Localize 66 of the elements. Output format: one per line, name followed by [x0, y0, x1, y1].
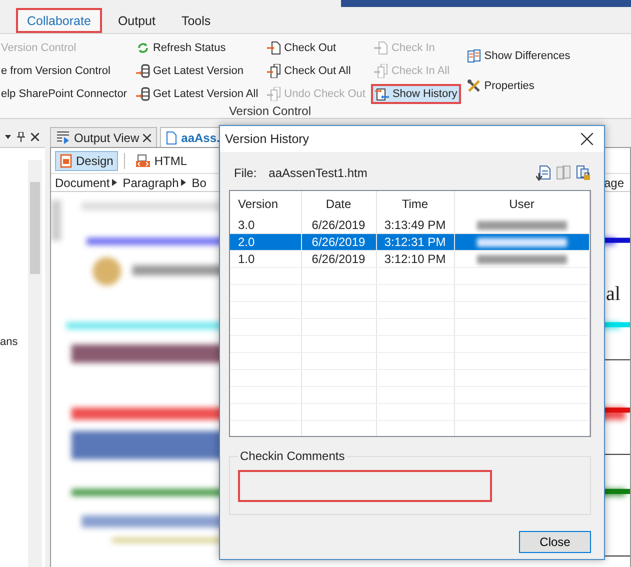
ribbon-button[interactable]: Check Out All	[264, 61, 368, 81]
close-icon	[581, 133, 593, 145]
document-download-icon[interactable]	[536, 165, 551, 181]
table-row[interactable]: 2.0 6/26/2019 3:12:31 PM	[230, 234, 590, 250]
file-label: File:	[234, 166, 257, 180]
dialog-title: Version History	[225, 132, 310, 146]
close-icon[interactable]	[31, 133, 39, 141]
document-icon	[166, 130, 178, 144]
column-header[interactable]: Time	[376, 191, 454, 217]
design-icon	[60, 154, 72, 168]
table-cell: 1.0	[230, 250, 301, 268]
arrow-icon	[180, 179, 186, 186]
ribbon-tab[interactable]: Output	[108, 8, 166, 33]
table-cell: 6/26/2019	[301, 250, 376, 268]
ribbon-button[interactable]: Get Latest Version	[132, 61, 262, 81]
ribbon-button[interactable]: Show History	[371, 84, 462, 104]
document-lock-icon[interactable]	[576, 165, 591, 181]
column-header[interactable]: Date	[301, 191, 376, 217]
database-arrow-icon	[136, 87, 150, 101]
ribbon-button[interactable]: Check Out	[264, 38, 368, 58]
pin-icon[interactable]	[17, 132, 25, 142]
view-button[interactable]: HTML	[131, 150, 192, 170]
table-row[interactable]: 1.0 6/26/2019 3:12:10 PM	[230, 250, 590, 268]
column-header[interactable]: Version	[230, 191, 301, 217]
refresh-icon	[136, 41, 150, 55]
document-arrow-icon	[267, 41, 282, 55]
group-label: Version Control	[228, 104, 312, 118]
database-arrow-icon	[136, 64, 150, 78]
ribbon-button[interactable]: Show Differences	[464, 46, 574, 66]
ribbon-button[interactable]: Refresh Status	[132, 38, 262, 58]
table-cell: 6/26/2019	[301, 234, 376, 250]
view-button[interactable]: Design	[55, 150, 118, 170]
arrow-icon	[112, 179, 117, 186]
breadcrumb-item[interactable]: age	[604, 176, 630, 190]
file-name: aaAssenTest1.htm	[268, 166, 368, 180]
table-cell: 3:12:31 PM	[376, 234, 454, 250]
documents-arrow-icon	[267, 87, 282, 101]
documents-arrow-icon	[374, 64, 388, 78]
ribbon-tab[interactable]: Collaborate	[16, 8, 102, 33]
comments-field[interactable]	[238, 470, 492, 502]
history-icon	[375, 87, 390, 101]
ribbon-tab[interactable]: Tools	[171, 8, 221, 33]
panel-text: ans	[0, 336, 19, 348]
close-icon[interactable]	[143, 134, 152, 142]
table-cell: 3:12:10 PM	[376, 250, 454, 268]
ribbon-button[interactable]: Get Latest Version All	[132, 84, 262, 104]
document-text: al	[606, 283, 620, 306]
tools-icon	[467, 79, 482, 93]
column-header[interactable]: User	[454, 191, 590, 217]
group-label: Checkin Comments	[239, 449, 346, 463]
output-view-icon	[56, 131, 70, 144]
ribbon-button[interactable]: e from Version Control	[0, 61, 130, 81]
compare-icon	[467, 49, 482, 63]
table-cell: 2.0	[230, 234, 301, 250]
document-tab[interactable]: Output View	[50, 127, 158, 147]
scrollbar[interactable]	[28, 160, 42, 567]
documents-arrow-icon	[267, 64, 282, 78]
caret-icon[interactable]	[5, 135, 11, 139]
html-icon	[136, 154, 150, 168]
ribbon-button[interactable]: Properties	[464, 76, 574, 96]
document-arrow-icon	[374, 41, 388, 55]
breadcrumb-item[interactable]: Document	[55, 176, 117, 190]
breadcrumb-item[interactable]: Bo	[192, 176, 206, 190]
ribbon-button[interactable]: elp SharePoint Connector	[0, 84, 130, 104]
breadcrumb-item[interactable]: Paragraph	[122, 176, 186, 190]
close-button[interactable]: Close	[519, 531, 591, 553]
